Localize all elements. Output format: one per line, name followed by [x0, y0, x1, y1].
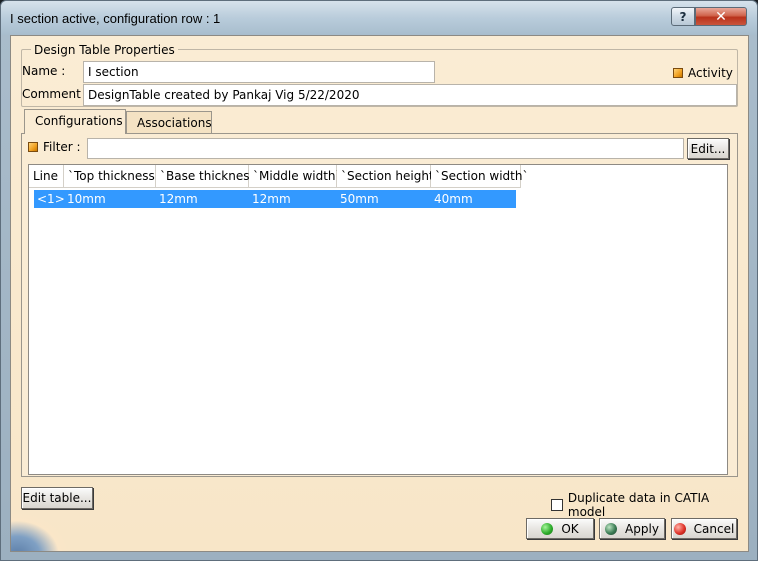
- duplicate-data-checkbox[interactable]: [551, 499, 563, 511]
- edit-table-button[interactable]: Edit table...: [21, 487, 93, 509]
- activity-indicator: Activity: [673, 66, 733, 80]
- table-header: Line `Top thickness` `Base thickness` `M…: [29, 165, 528, 188]
- column-header[interactable]: `Section width`: [431, 165, 528, 188]
- group-legend: Design Table Properties: [31, 43, 178, 57]
- help-button[interactable]: ?: [671, 7, 695, 26]
- duplicate-data-option[interactable]: Duplicate data in CATIA model: [551, 491, 748, 519]
- tab-associations[interactable]: Associations: [126, 111, 212, 133]
- tab-associations-label: Associations: [137, 116, 212, 130]
- help-icon: ?: [679, 9, 687, 24]
- table-row[interactable]: <1> 10mm 12mm 12mm 50mm 40mm: [34, 190, 516, 208]
- apply-icon: [605, 522, 618, 535]
- title-bar[interactable]: I section active, configuration row : 1 …: [1, 1, 757, 35]
- filter-status-icon: [28, 142, 38, 152]
- comment-field[interactable]: DesignTable created by Pankaj Vig 5/22/2…: [83, 84, 737, 106]
- close-button[interactable]: ✕: [695, 7, 747, 26]
- apply-label: Apply: [625, 521, 659, 536]
- dialog-client-area: Design Table Properties Name : I section…: [10, 35, 749, 552]
- cancel-button[interactable]: Cancel: [671, 518, 737, 539]
- table-cell: 10mm: [67, 192, 106, 206]
- comment-label: Comment :: [22, 87, 89, 101]
- column-header[interactable]: `Middle width`: [249, 165, 342, 188]
- column-header[interactable]: `Base thickness`: [156, 165, 262, 188]
- cancel-label: Cancel: [693, 521, 735, 536]
- table-cell: 12mm: [252, 192, 291, 206]
- cancel-icon: [673, 522, 686, 535]
- table-cell: 50mm: [340, 192, 379, 206]
- edit-table-label: Edit table...: [22, 491, 92, 505]
- table-cell: 12mm: [159, 192, 198, 206]
- ok-icon: [541, 522, 554, 535]
- ok-button[interactable]: OK: [526, 518, 594, 539]
- filter-edit-label: Edit...: [690, 141, 726, 156]
- filter-label: Filter :: [43, 140, 81, 154]
- filter-input[interactable]: [87, 138, 684, 159]
- name-label: Name :: [22, 64, 66, 78]
- duplicate-data-label: Duplicate data in CATIA model: [567, 491, 710, 519]
- tab-configurations[interactable]: Configurations: [24, 109, 126, 134]
- configurations-table[interactable]: Line `Top thickness` `Base thickness` `M…: [28, 164, 728, 475]
- table-cell: <1>: [37, 192, 65, 206]
- tab-configurations-label: Configurations: [35, 114, 123, 128]
- apply-button[interactable]: Apply: [599, 518, 665, 539]
- column-header[interactable]: Line: [29, 165, 64, 188]
- name-field[interactable]: I section: [83, 61, 435, 83]
- close-icon: ✕: [715, 8, 727, 25]
- activity-label: Activity: [688, 66, 733, 80]
- table-cell: 40mm: [434, 192, 473, 206]
- filter-row: Filter :: [28, 140, 81, 154]
- activity-status-icon: [673, 68, 683, 78]
- column-header[interactable]: `Section height`: [337, 165, 440, 188]
- ok-label: OK: [561, 521, 579, 536]
- dialog-window: I section active, configuration row : 1 …: [0, 0, 758, 561]
- window-title: I section active, configuration row : 1: [10, 11, 221, 26]
- filter-edit-button[interactable]: Edit...: [687, 138, 729, 159]
- corner-decoration: [11, 511, 71, 551]
- column-header[interactable]: `Top thickness`: [64, 165, 161, 188]
